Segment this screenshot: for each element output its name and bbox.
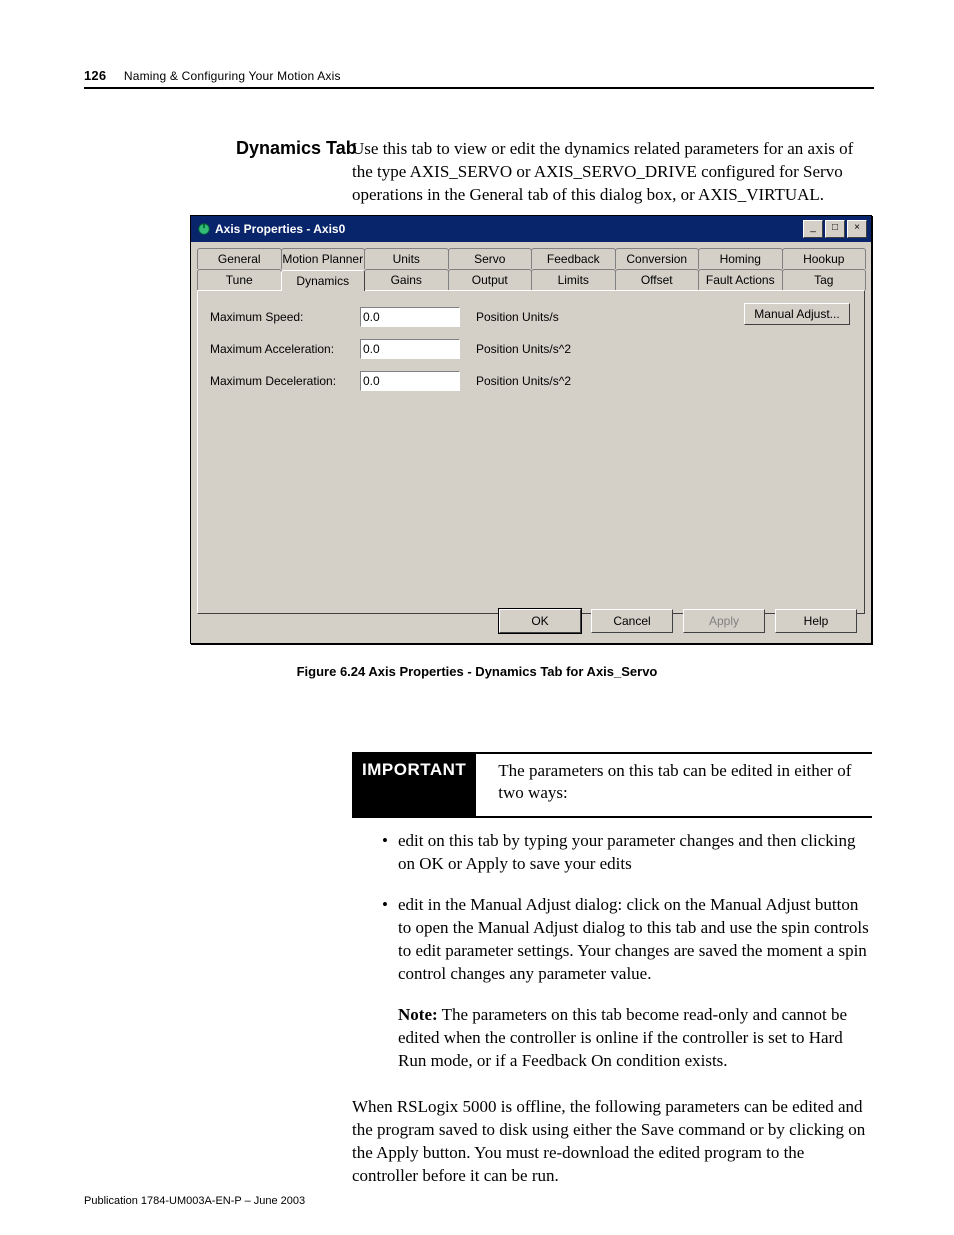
unit-max-speed: Position Units/s — [476, 310, 559, 324]
label-max-speed: Maximum Speed: — [210, 310, 360, 324]
tab-units[interactable]: Units — [364, 248, 449, 269]
field-max-decel: Maximum Deceleration: Position Units/s^2 — [210, 371, 852, 391]
apply-button[interactable]: Apply — [683, 609, 765, 633]
ok-button[interactable]: OK — [499, 609, 581, 633]
input-max-decel[interactable] — [360, 371, 460, 391]
tab-tune[interactable]: Tune — [197, 269, 282, 290]
tab-limits[interactable]: Limits — [531, 269, 616, 290]
important-callout: IMPORTANT The parameters on this tab can… — [352, 752, 872, 818]
page-number: 126 — [84, 68, 106, 83]
tab-tag[interactable]: Tag — [782, 269, 867, 290]
cancel-button[interactable]: Cancel — [591, 609, 673, 633]
axis-properties-dialog: Axis Properties - Axis0 _ □ × General Mo… — [190, 215, 872, 644]
input-max-speed[interactable] — [360, 307, 460, 327]
field-max-accel: Maximum Acceleration: Position Units/s^2 — [210, 339, 852, 359]
tab-panel-dynamics: Manual Adjust... Maximum Speed: Position… — [197, 290, 865, 614]
publication-footer: Publication 1784-UM003A-EN-P – June 2003 — [84, 1195, 305, 1207]
tab-fault-actions[interactable]: Fault Actions — [698, 269, 783, 290]
document-page: 126 Naming & Configuring Your Motion Axi… — [0, 0, 954, 1235]
dialog-title: Axis Properties - Axis0 — [215, 222, 801, 236]
dialog-button-row: OK Cancel Apply Help — [499, 609, 857, 633]
intro-paragraph: Use this tab to view or edit the dynamic… — [352, 138, 872, 207]
tab-homing[interactable]: Homing — [698, 248, 783, 269]
important-text: The parameters on this tab can be edited… — [476, 754, 872, 816]
figure-caption: Figure 6.24 Axis Properties - Dynamics T… — [0, 664, 954, 679]
close-button[interactable]: × — [847, 220, 867, 238]
label-max-accel: Maximum Acceleration: — [210, 342, 360, 356]
running-header: 126 Naming & Configuring Your Motion Axi… — [84, 68, 874, 89]
tab-general[interactable]: General — [197, 248, 282, 269]
tab-gains[interactable]: Gains — [364, 269, 449, 290]
section-heading: Dynamics Tab — [236, 138, 357, 159]
list-item: edit on this tab by typing your paramete… — [382, 830, 872, 876]
list-item: edit in the Manual Adjust dialog: click … — [382, 894, 872, 1073]
app-icon — [197, 222, 211, 236]
list-item-text: edit in the Manual Adjust dialog: click … — [398, 895, 869, 983]
note-text: The parameters on this tab become read-o… — [398, 1005, 847, 1070]
tab-hookup[interactable]: Hookup — [782, 248, 867, 269]
tab-output[interactable]: Output — [448, 269, 533, 290]
unit-max-accel: Position Units/s^2 — [476, 342, 571, 356]
tab-dynamics[interactable]: Dynamics — [281, 270, 366, 291]
label-max-decel: Maximum Deceleration: — [210, 374, 360, 388]
tab-conversion[interactable]: Conversion — [615, 248, 700, 269]
bullet-list: edit on this tab by typing your paramete… — [382, 830, 872, 1090]
important-label: IMPORTANT — [352, 754, 476, 816]
tab-offset[interactable]: Offset — [615, 269, 700, 290]
note-label: Note: — [398, 1005, 438, 1024]
tab-motion-planner[interactable]: Motion Planner — [281, 248, 366, 269]
chapter-title: Naming & Configuring Your Motion Axis — [124, 69, 341, 83]
input-max-accel[interactable] — [360, 339, 460, 359]
unit-max-decel: Position Units/s^2 — [476, 374, 571, 388]
tab-strip: General Motion Planner Units Servo Feedb… — [197, 248, 865, 290]
tab-feedback[interactable]: Feedback — [531, 248, 616, 269]
minimize-button[interactable]: _ — [803, 220, 823, 238]
maximize-button[interactable]: □ — [825, 220, 845, 238]
tab-servo[interactable]: Servo — [448, 248, 533, 269]
help-button[interactable]: Help — [775, 609, 857, 633]
dialog-titlebar: Axis Properties - Axis0 _ □ × — [191, 216, 871, 242]
closing-paragraph: When RSLogix 5000 is offline, the follow… — [352, 1096, 872, 1188]
manual-adjust-button[interactable]: Manual Adjust... — [744, 303, 850, 325]
